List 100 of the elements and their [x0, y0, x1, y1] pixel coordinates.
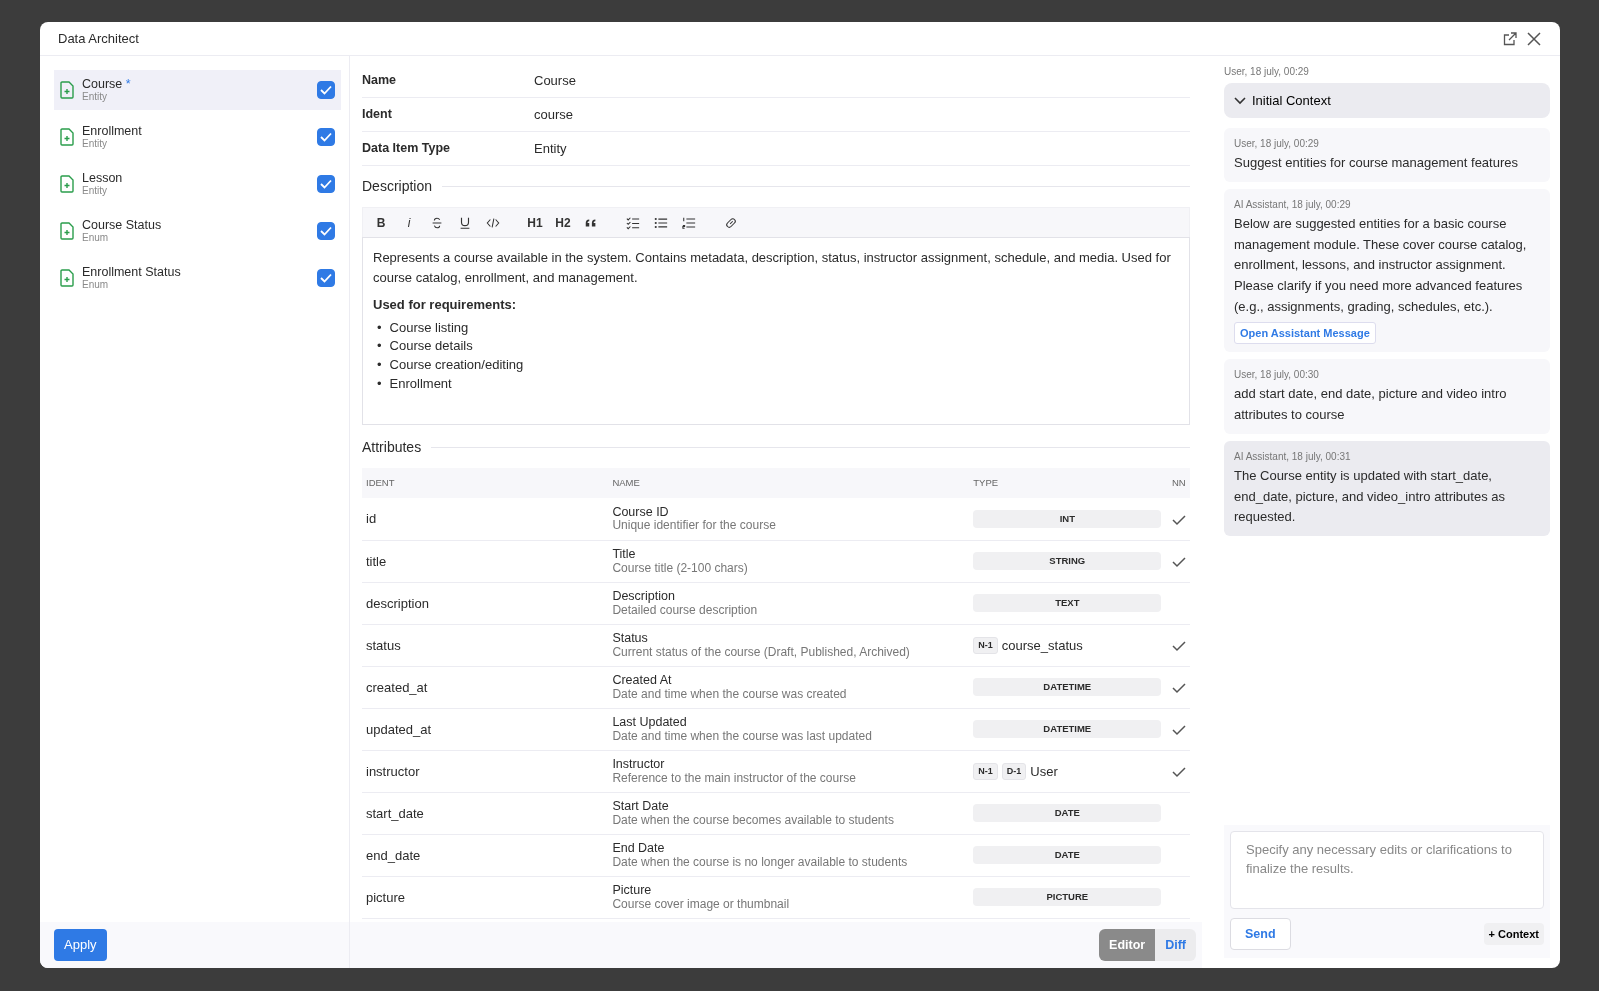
checkbox[interactable] — [317, 175, 335, 193]
field-value: Course — [534, 71, 576, 90]
message-meta: User, 18 july, 00:29 — [1234, 137, 1320, 151]
field-label: Data Item Type — [362, 140, 451, 158]
relation-target: User — [1030, 762, 1058, 781]
bullet-list-icon[interactable] — [654, 215, 668, 230]
attribute-name: Status — [612, 631, 649, 646]
entity-item[interactable]: Enrollment Status Enum — [54, 258, 341, 298]
table-cell: created_at — [362, 666, 609, 709]
attribute-name: End Date — [612, 841, 666, 856]
attribute-description: Current status of the course (Draft, Published, Archived) — [612, 645, 911, 660]
attribute-name: Instructor — [612, 757, 666, 772]
message-meta: AI Assistant, 18 july, 00:31 — [1234, 449, 1352, 464]
format-button[interactable]: B — [369, 211, 393, 234]
check-icon — [1172, 682, 1186, 695]
entity-item[interactable]: Course Status Enum — [54, 211, 341, 251]
attribute-description: Date and time when the course was created — [612, 687, 848, 702]
context-toggle[interactable]: Initial Context — [1224, 83, 1550, 118]
message-input[interactable]: Specify any necessary edits or clarifications to finalize the results. — [1230, 830, 1544, 909]
numbered-list-icon[interactable] — [682, 215, 696, 230]
relation-tag: D-1 — [1001, 762, 1027, 780]
section-heading: Description — [362, 177, 433, 196]
checkbox[interactable] — [317, 269, 335, 287]
attribute-name: Created At — [612, 673, 673, 688]
checkbox[interactable] — [317, 81, 335, 99]
list-item: Course listing — [389, 318, 469, 337]
bullet: • — [377, 318, 382, 337]
type-badge: TEXT — [973, 594, 1162, 613]
type-badge: DATE — [973, 846, 1162, 865]
open-message-button[interactable]: Open Assistant Message — [1234, 321, 1376, 345]
entity-type: Entity — [82, 138, 108, 150]
underline-icon[interactable] — [458, 215, 472, 230]
attribute-name: Course ID — [612, 504, 670, 520]
relation-target: course_status — [1001, 636, 1083, 655]
table-cell: end_date — [362, 834, 609, 877]
type-badge: DATE — [973, 804, 1162, 823]
section-heading: Attributes — [362, 438, 422, 457]
message-text: Suggest entities for course management features — [1234, 154, 1519, 172]
checkbox[interactable] — [317, 128, 335, 146]
add-context-button[interactable]: + Context — [1483, 923, 1544, 945]
check-icon — [1172, 513, 1186, 526]
entity-item[interactable]: Lesson Entity — [54, 164, 341, 204]
close-icon[interactable] — [1526, 30, 1542, 47]
file-plus-icon — [60, 81, 74, 99]
chevron-icon — [1234, 96, 1246, 105]
file-plus-icon — [60, 222, 74, 240]
table-cell: description — [362, 582, 609, 625]
checkbox[interactable] — [317, 222, 335, 240]
type-badge: INT — [973, 509, 1162, 529]
external-link-icon[interactable] — [1502, 30, 1518, 47]
message-meta: User, 18 july, 00:30 — [1234, 368, 1320, 383]
attribute-name: Picture — [612, 883, 653, 898]
table-cell: id — [362, 498, 609, 541]
entity-name: Course Status — [82, 217, 162, 232]
column-header: IDENT — [362, 468, 609, 499]
format-button[interactable]: H2 — [551, 211, 575, 234]
field-value: Entity — [534, 139, 567, 158]
column-header: TYPE — [969, 468, 1168, 499]
type-badge: DATETIME — [973, 678, 1162, 697]
check-icon — [320, 132, 332, 142]
field-label: Name — [362, 72, 398, 90]
column-header: NN — [1168, 468, 1190, 499]
attribute-description: Course cover image or thumbnail — [612, 897, 791, 912]
entity-item[interactable]: Course * Entity — [54, 70, 341, 110]
relation-tag: N-1 — [973, 762, 998, 780]
table-cell: updated_at — [362, 708, 609, 751]
attribute-name: Start Date — [612, 799, 670, 814]
strikethrough-icon[interactable] — [430, 215, 444, 230]
link-icon[interactable] — [724, 215, 738, 230]
checklist-icon[interactable] — [626, 215, 640, 230]
attribute-name: Title — [612, 547, 637, 562]
check-icon — [1172, 766, 1186, 779]
bullet: • — [377, 337, 382, 356]
description-text: Represents a course available in the system. Contains metadata, description, status, instructor assignment, schedule, and media. Used for course catalog, enrollment, and management. — [373, 249, 1172, 287]
file-plus-icon — [60, 175, 74, 193]
check-icon — [1172, 724, 1186, 737]
entity-type: Entity — [82, 185, 108, 197]
check-icon — [320, 179, 332, 189]
view-tab[interactable]: Diff — [1155, 929, 1196, 961]
check-icon — [320, 273, 332, 283]
entity-type: Entity — [82, 91, 108, 103]
table-cell: title — [362, 540, 609, 583]
apply-button[interactable]: Apply — [54, 929, 107, 961]
message-text: Below are suggested entities for a basic course management module. These cover course catalog, enrollment, lessons, and instructor assignment. Please clarify if you need more advanced features (e.g., assignments, grading, schedules, etc.). — [1234, 214, 1528, 316]
entity-name: Enrollment — [82, 123, 142, 138]
format-button[interactable]: H1 — [523, 211, 547, 234]
entity-type: Enum — [82, 279, 110, 291]
entity-item[interactable]: Enrollment Entity — [54, 117, 341, 157]
format-button[interactable]: i — [397, 211, 421, 234]
attribute-name: Last Updated — [612, 715, 688, 730]
send-button[interactable]: Send — [1230, 918, 1291, 950]
message-text: The Course entity is updated with start_date, end_date, picture, and video_intro attributes as requested. — [1234, 466, 1506, 527]
message-meta: AI Assistant, 18 july, 00:29 — [1234, 197, 1352, 212]
table-cell: start_date — [362, 792, 609, 835]
table-cell: status — [362, 624, 609, 667]
attribute-description: Date when the course becomes available to students — [612, 813, 895, 828]
attribute-description: Course title (2-100 chars) — [612, 561, 749, 576]
column-header: NAME — [608, 468, 970, 499]
table-cell: picture — [362, 876, 609, 919]
check-icon — [320, 226, 332, 236]
